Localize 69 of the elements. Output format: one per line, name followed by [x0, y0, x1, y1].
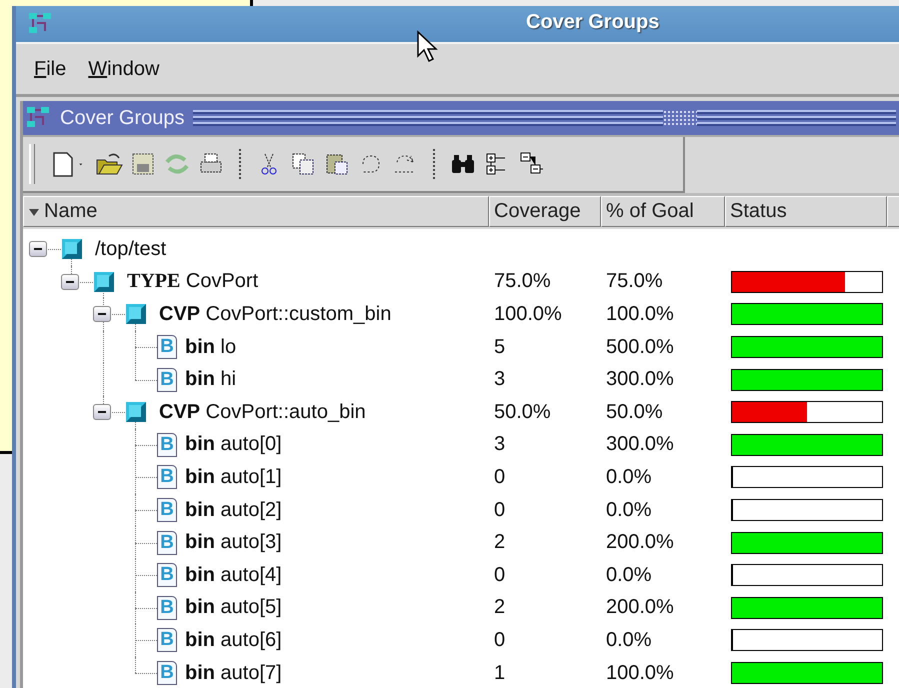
bin-icon: B — [157, 530, 177, 555]
collapse-toggle[interactable] — [61, 274, 79, 290]
bin-icon: B — [157, 432, 177, 457]
bin-icon: B — [157, 465, 177, 490]
coverage-value: 5 — [494, 336, 506, 359]
coverage-value: 75.0% — [494, 270, 551, 294]
column-header[interactable]: Status — [725, 196, 887, 227]
coverage-value: 0 — [494, 564, 506, 587]
tree-item-label[interactable]: bin lo — [185, 336, 236, 359]
bin-icon: B — [157, 661, 177, 686]
tree-item-label[interactable]: bin auto[0] — [185, 433, 282, 456]
square-icon — [93, 270, 115, 293]
tree-item-label[interactable]: bin auto[6] — [185, 628, 282, 652]
coverage-value: 0 — [494, 628, 506, 652]
tree-item-label[interactable]: bin auto[5] — [185, 596, 282, 620]
collapse-toggle[interactable] — [29, 241, 47, 258]
goal-percent: 200.0% — [606, 531, 674, 554]
goal-percent: 100.0% — [606, 662, 674, 685]
coverage-value: 0 — [494, 466, 506, 489]
goal-percent: 200.0% — [606, 596, 674, 620]
square-icon — [125, 401, 147, 424]
tree-item-label[interactable]: bin hi — [185, 368, 236, 392]
goal-percent: 300.0% — [606, 433, 674, 456]
goal-percent: 50.0% — [606, 400, 663, 424]
coverage-value: 3 — [494, 368, 506, 392]
tree-item-label[interactable]: bin auto[3] — [185, 531, 282, 554]
collapse-toggle[interactable] — [93, 404, 111, 420]
panel-title: Cover Groups — [60, 106, 184, 130]
goal-percent: 300.0% — [606, 368, 674, 392]
tree-item-label[interactable]: CVP CovPort::custom_bin — [159, 302, 392, 326]
coverage-value: 3 — [494, 433, 506, 456]
tree-item-label[interactable]: CVP CovPort::auto_bin — [159, 400, 366, 424]
tree-item-label[interactable]: /top/test — [95, 238, 166, 261]
bin-icon: B — [157, 498, 177, 522]
coverage-value: 2 — [494, 596, 506, 620]
tree-item-label[interactable]: bin auto[2] — [185, 498, 282, 522]
tree-item-label[interactable]: bin auto[1] — [185, 466, 282, 489]
menu-item[interactable]: File — [34, 58, 66, 80]
goal-percent: 75.0% — [606, 270, 663, 294]
goal-percent: 0.0% — [606, 564, 652, 587]
coverage-value: 100.0% — [494, 302, 562, 326]
tree-item-label[interactable]: bin auto[7] — [185, 662, 282, 685]
title-grip[interactable] — [192, 110, 896, 126]
square-icon — [125, 303, 147, 326]
coverage-value: 0 — [494, 498, 506, 522]
bin-icon: B — [157, 335, 177, 360]
bin-icon: B — [157, 596, 177, 620]
coverage-value: 50.0% — [494, 400, 551, 424]
coverage-value: 1 — [494, 662, 506, 685]
column-header[interactable]: Coverage — [489, 196, 601, 227]
goal-percent: 0.0% — [606, 498, 652, 522]
column-header[interactable]: % of Goal — [601, 196, 725, 227]
collapse-toggle[interactable] — [93, 306, 111, 322]
bin-icon: B — [157, 368, 177, 392]
coverage-value: 2 — [494, 531, 506, 554]
menu-item[interactable]: Window — [88, 58, 160, 80]
tree-item-label[interactable]: bin auto[4] — [185, 564, 282, 587]
column-header[interactable]: Name — [23, 196, 489, 227]
square-icon — [61, 238, 83, 260]
bin-icon: B — [157, 563, 177, 588]
goal-percent: 0.0% — [606, 628, 652, 652]
column-header[interactable] — [887, 196, 899, 227]
window-title: Cover Groups — [526, 11, 660, 34]
column-header-label: Name — [44, 200, 98, 223]
bin-icon: B — [157, 628, 177, 652]
tree-item-label[interactable]: TYPE CovPort — [127, 270, 258, 294]
goal-percent: 0.0% — [606, 466, 652, 489]
goal-percent: 500.0% — [606, 336, 674, 359]
goal-percent: 100.0% — [606, 302, 674, 326]
